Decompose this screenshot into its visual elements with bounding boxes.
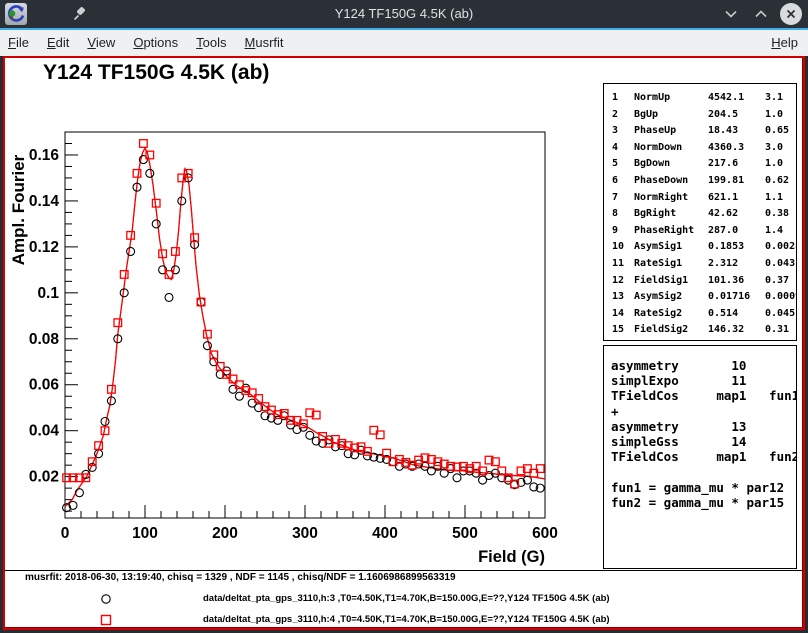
window-title: Y124 TF150G 4.5K (ab) xyxy=(0,0,808,28)
fit-stats-line: musrfit: 2018-06-30, 13:19:40, chisq = 1… xyxy=(25,572,456,583)
y-tick-label: 0.08 xyxy=(29,331,60,348)
square-marker xyxy=(114,319,122,327)
fit-curve-red[interactable] xyxy=(65,148,545,506)
circle-marker xyxy=(127,247,135,255)
y-tick-label: 0.16 xyxy=(29,147,60,164)
x-tick-label: 300 xyxy=(292,525,318,542)
param-row-PhaseUp: 3PhaseUp18.430.65 xyxy=(604,123,796,140)
param-row-AsymSig1: 10AsymSig10.18530.0028 xyxy=(604,239,796,256)
param-row-BgDown: 5BgDown217.61.0 xyxy=(604,156,796,173)
pad-separator-line xyxy=(3,570,805,571)
x-tick-label: 400 xyxy=(372,525,398,542)
param-row-NormDown: 4NormDown4360.33.0 xyxy=(604,140,796,157)
y-tick-label: 0.12 xyxy=(29,239,59,256)
x-axis-title: Field (G) xyxy=(478,548,545,566)
window-controls xyxy=(720,0,802,28)
legend-row-1[interactable]: data/deltat_pta_gps_3110,h:3 ,T0=4.50K,T… xyxy=(3,592,805,606)
y-tick-label: 0.02 xyxy=(29,469,59,486)
y-axis-title: Ampl. Fourier xyxy=(9,154,28,265)
legend-text: data/deltat_pta_gps_3110,h:3 ,T0=4.50K,T… xyxy=(203,593,610,604)
square-marker xyxy=(120,271,128,279)
param-row-PhaseRight: 9PhaseRight287.01.4 xyxy=(604,223,796,240)
x-tick-label: 100 xyxy=(132,525,158,542)
square-marker xyxy=(140,140,148,148)
param-row-FieldSig2: 15FieldSig2146.320.31 xyxy=(604,322,796,339)
circle-marker xyxy=(75,489,83,497)
menu-item-view[interactable]: View xyxy=(78,30,124,56)
x-tick-label: 500 xyxy=(452,525,478,542)
param-row-AsymSig2: 13AsymSig20.017160.00098 xyxy=(604,289,796,306)
x-tick-label: 200 xyxy=(212,525,238,542)
y-tick-label: 0.1 xyxy=(37,285,59,302)
circle-marker xyxy=(146,169,154,177)
app-window: Y124 TF150G 4.5K (ab) FileEditViewOption… xyxy=(0,0,808,633)
theory-text: asymmetry 10 simplExpo 11 TFieldCos map1… xyxy=(611,358,796,510)
y-tick-label: 0.14 xyxy=(29,193,60,210)
menu-item-edit[interactable]: Edit xyxy=(38,30,78,56)
y-tick-label: 0.06 xyxy=(29,377,60,394)
param-row-FieldSig1: 12FieldSig1101.360.37 xyxy=(604,273,796,290)
circle-marker xyxy=(165,293,173,301)
param-row-PhaseDown: 6PhaseDown199.810.62 xyxy=(604,173,796,190)
param-row-BgRight: 8BgRight42.620.38 xyxy=(604,206,796,223)
circle-marker xyxy=(152,220,160,228)
x-tick-label: 0 xyxy=(61,525,70,542)
close-button[interactable] xyxy=(780,3,802,25)
menu-item-tools[interactable]: Tools xyxy=(187,30,235,56)
root-canvas[interactable]: Y124 TF150G 4.5K (ab) 010020030040050060… xyxy=(3,56,805,630)
menubar: FileEditViewOptionsToolsMusrfit Help xyxy=(0,30,808,56)
series-squares[interactable] xyxy=(63,140,544,488)
open-circle-icon xyxy=(100,592,112,610)
param-row-RateSig1: 11RateSig12.3120.043 xyxy=(604,256,796,273)
fit-curve-black[interactable] xyxy=(65,148,545,506)
fourier-amplitude-plot[interactable]: 0 100 200 300 400 500 600 0.02 0.04 0.06 0.08 0.1 0.… xyxy=(3,56,603,570)
legend-text: data/deltat_pta_gps_3110,h:4 ,T0=4.50K,T… xyxy=(203,614,610,625)
menu-item-options[interactable]: Options xyxy=(124,30,187,56)
y-tick-label: 0.04 xyxy=(29,423,60,440)
square-marker xyxy=(172,248,180,256)
open-square-icon xyxy=(100,613,112,631)
circle-marker xyxy=(306,431,314,439)
square-marker xyxy=(133,170,141,178)
menu-item-musrfit[interactable]: Musrfit xyxy=(236,30,293,56)
minimize-button[interactable] xyxy=(720,3,742,25)
param-row-NormUp: 1NormUp4542.13.1 xyxy=(604,90,796,107)
circle-marker xyxy=(203,342,211,350)
param-row-NormRight: 7NormRight621.11.1 xyxy=(604,190,796,207)
legend-row-2[interactable]: data/deltat_pta_gps_3110,h:4 ,T0=4.50K,T… xyxy=(3,613,805,627)
theory-box[interactable]: asymmetry 10 simplExpo 11 TFieldCos map1… xyxy=(603,345,797,569)
x-tick-label: 600 xyxy=(532,525,558,542)
circle-marker xyxy=(453,474,461,482)
parameter-box[interactable]: 1NormUp4542.13.12BgUp204.51.03PhaseUp18.… xyxy=(603,83,797,341)
menu-item-file[interactable]: File xyxy=(0,30,38,56)
param-row-BgUp: 2BgUp204.51.0 xyxy=(604,107,796,124)
menu-item-help[interactable]: Help xyxy=(762,30,808,56)
param-row-RateSig2: 14RateSig20.5140.045 xyxy=(604,306,796,323)
maximize-button[interactable] xyxy=(750,3,772,25)
titlebar[interactable]: Y124 TF150G 4.5K (ab) xyxy=(0,0,808,28)
